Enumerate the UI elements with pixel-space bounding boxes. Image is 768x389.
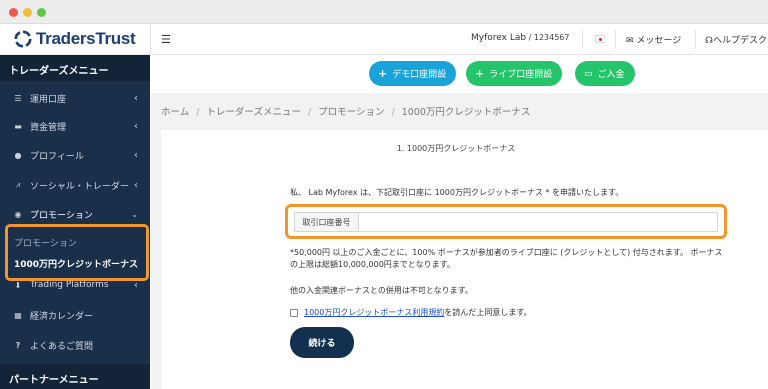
chevron-left-icon: ‹ [134, 149, 138, 161]
sidebar-item-social-trader[interactable]: ⩘ ソーシャル・トレーダー ‹ [0, 171, 150, 199]
breadcrumb-traders-menu[interactable]: トレーダーズメニュー [206, 107, 301, 118]
account-name: Myforex Lab [471, 33, 527, 43]
sidebar: トレーダーズメニュー ☰ 運用口座 ‹ ▬ 資金管理 ‹ ● プロフィール ‹ … [0, 55, 150, 389]
partner-menu-header[interactable]: パートナーメニュー [0, 364, 150, 389]
question-icon: ? [15, 340, 21, 350]
account-number: / 1234567 [526, 33, 570, 42]
form-title: 1. 1000万円クレジットボーナス [396, 144, 516, 153]
list-icon: ☰ [14, 93, 22, 103]
wallet-icon: ▬ [14, 121, 22, 131]
sidebar-item-economic-calendar[interactable]: ▦ 経済カレンダー [0, 301, 150, 329]
account-number-field: 取引口座番号 [294, 212, 718, 232]
divider [582, 30, 583, 49]
action-bar: + デモ口座開設 + ライブ口座開設 ▭ ご入金 [151, 55, 768, 93]
plus-icon: + [378, 67, 388, 80]
user-icon: ● [14, 150, 22, 160]
agree-suffix: を読んだ上同意します。 [444, 308, 532, 317]
sidebar-item-profile[interactable]: ● プロフィール ‹ [0, 141, 150, 169]
messages-link[interactable]: ✉ メッセージ [626, 33, 681, 46]
sidebar-item-label: よくあるご質問 [30, 341, 94, 352]
sidebar-item-trading-accounts[interactable]: ☰ 運用口座 ‹ [0, 84, 150, 112]
window-titlebar [0, 0, 768, 24]
calendar-icon: ▦ [14, 310, 22, 320]
chevron-down-icon: ⌄ [131, 209, 138, 219]
close-window-button[interactable] [9, 8, 18, 17]
envelope-icon: ✉ [626, 36, 634, 46]
application-statement: 私、 Lab Myforex は、下記取引口座に 1000万円クレジットボーナス… [290, 188, 624, 197]
sidebar-item-label: 運用口座 [30, 94, 67, 105]
deposit-button-label: ご入金 [597, 70, 625, 80]
messages-label: メッセージ [636, 36, 682, 46]
promotion-submenu-highlight: プロモーション 1000万円クレジットボーナス [5, 224, 149, 281]
agreement-row: 1000万円クレジットボーナス利用規約 を読んだ上同意します。 [290, 307, 532, 318]
sidebar-item-label: 資金管理 [30, 122, 67, 133]
demo-button-label: デモ口座開設 [392, 70, 447, 80]
chevron-left-icon: ‹ [134, 179, 138, 191]
breadcrumb-current: 1000万円クレジットボーナス [401, 107, 531, 118]
continue-button[interactable]: 続ける [290, 327, 354, 358]
deposit-button[interactable]: ▭ ご入金 [575, 61, 635, 86]
sidebar-item-label: プロフィール [30, 151, 84, 162]
sidebar-item-faq[interactable]: ? よくあるご質問 [0, 331, 150, 359]
live-button-label: ライブ口座開設 [489, 70, 553, 80]
bonus-terms-note: *50,000円 以上のご入金ごとに、100% ボーナスが参加者のライブ口座に … [290, 248, 723, 269]
minimize-window-button[interactable] [23, 8, 32, 17]
submenu-credit-bonus-link[interactable]: 1000万円クレジットボーナス [14, 257, 138, 270]
divider [695, 30, 696, 49]
traderstrust-logo-icon [14, 30, 32, 48]
maximize-window-button[interactable] [37, 8, 46, 17]
top-navbar: ☰ Myforex Lab / 1234567 ✉ メッセージ ☊ヘルプデスク [150, 24, 768, 55]
bonus-combination-note: 他の入金関連ボーナスとの併用は不可となります。 [290, 286, 473, 295]
card-icon: ▭ [584, 68, 593, 79]
brand-logo-area[interactable]: TradersTrust [0, 24, 150, 55]
chart-icon: ⩘ [15, 180, 21, 189]
chevron-left-icon: ‹ [134, 92, 138, 104]
chevron-left-icon: ‹ [134, 279, 138, 291]
globe-icon: ◉ [14, 209, 22, 219]
sidebar-item-label: プロモーション [30, 210, 93, 221]
agree-checkbox[interactable] [290, 308, 298, 317]
menu-toggle-icon[interactable]: ☰ [161, 33, 171, 46]
sidebar-item-funds[interactable]: ▬ 資金管理 ‹ [0, 112, 150, 140]
account-number-input[interactable] [359, 213, 717, 231]
chevron-left-icon: ‹ [134, 120, 138, 132]
breadcrumb: ホーム / トレーダーズメニュー / プロモーション/1000万円クレジットボーナス [161, 107, 531, 118]
sidebar-item-label: ソーシャル・トレーダー [30, 181, 129, 192]
breadcrumb-home[interactable]: ホーム [161, 107, 189, 118]
japan-flag-icon[interactable] [595, 35, 605, 43]
brand-name: TradersTrust [36, 29, 136, 48]
account-field-highlight: 取引口座番号 [285, 204, 727, 239]
open-demo-account-button[interactable]: + デモ口座開設 [369, 61, 457, 86]
bonus-form-card: 1. 1000万円クレジットボーナス 私、 Lab Myforex は、下記取引… [161, 130, 768, 389]
divider [615, 30, 616, 49]
sidebar-item-label: 経済カレンダー [30, 311, 94, 322]
account-info[interactable]: Myforex Lab / 1234567 [471, 33, 570, 43]
helpdesk-label: ヘルプデスク [713, 36, 768, 46]
open-live-account-button[interactable]: + ライブ口座開設 [466, 61, 563, 86]
helpdesk-link[interactable]: ☊ヘルプデスク [705, 33, 767, 46]
plus-icon: + [475, 67, 485, 80]
headset-icon: ☊ [705, 36, 713, 46]
download-icon: ⬇ [14, 280, 22, 290]
breadcrumb-promotion[interactable]: プロモーション [318, 107, 384, 118]
submenu-promotion-link[interactable]: プロモーション [14, 236, 77, 249]
sidebar-item-label: Trading Platforms [30, 280, 109, 290]
main-content: + デモ口座開設 + ライブ口座開設 ▭ ご入金 ホーム / トレーダーズメニュー /… [151, 55, 768, 389]
account-number-label: 取引口座番号 [295, 213, 359, 231]
sidebar-header: トレーダーズメニュー [0, 55, 150, 81]
terms-link[interactable]: 1000万円クレジットボーナス利用規約 [304, 307, 444, 318]
